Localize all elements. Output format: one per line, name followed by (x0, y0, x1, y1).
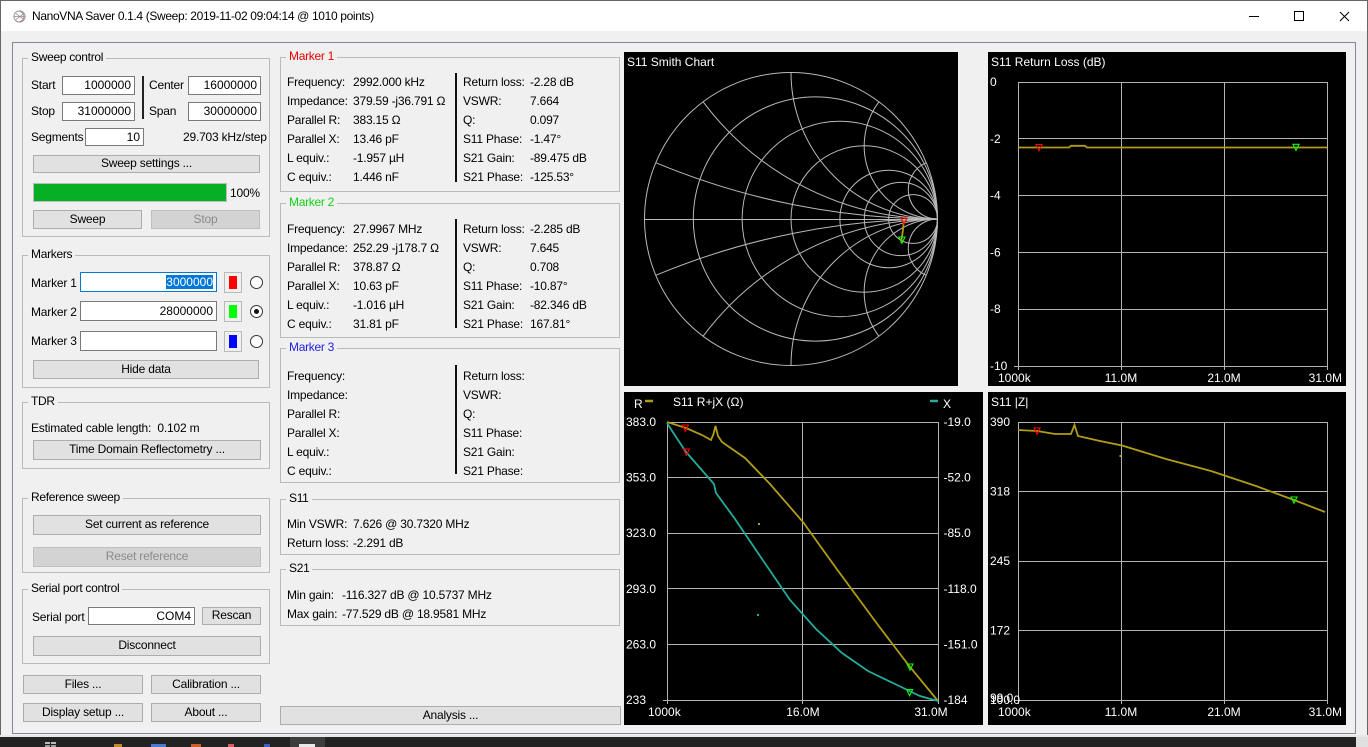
svg-text:1000k: 1000k (998, 371, 1032, 385)
svg-text:318: 318 (990, 485, 1010, 499)
svg-text:S11 R+jX (Ω): S11 R+jX (Ω) (673, 395, 743, 409)
svg-text:21.0M: 21.0M (1207, 705, 1240, 719)
svg-text:-8: -8 (990, 302, 1001, 316)
svg-text:16.0M: 16.0M (786, 705, 819, 719)
svg-text:-118.0: -118.0 (944, 582, 977, 596)
svg-text:293.0: 293.0 (626, 582, 656, 596)
svg-text:172: 172 (990, 624, 1010, 638)
svg-text:11.0M: 11.0M (1105, 705, 1137, 719)
svg-text:31.0M: 31.0M (1309, 371, 1342, 385)
svg-text:383.0: 383.0 (626, 415, 656, 429)
svg-text:245: 245 (990, 554, 1010, 568)
svg-text:-19.0: -19.0 (944, 415, 972, 429)
svg-text:31.0M: 31.0M (1309, 705, 1342, 719)
svg-text:11.0M: 11.0M (1105, 371, 1137, 385)
svg-text:X: X (943, 397, 951, 411)
svg-text:S11 |Z|: S11 |Z| (991, 395, 1028, 409)
svg-text:-2: -2 (990, 132, 1001, 146)
svg-text:-6: -6 (990, 245, 1001, 259)
svg-text:-52.0: -52.0 (944, 471, 972, 485)
svg-text:31.0M: 31.0M (914, 705, 947, 719)
svg-text:99.0: 99.0 (990, 691, 1014, 705)
svg-text:1000k: 1000k (648, 705, 682, 719)
svg-text:21.0M: 21.0M (1207, 371, 1240, 385)
svg-text:0: 0 (990, 75, 997, 89)
svg-text:323.0: 323.0 (626, 526, 656, 540)
svg-text:1000k: 1000k (998, 705, 1032, 719)
svg-text:353.0: 353.0 (626, 471, 656, 485)
svg-text:-4: -4 (990, 189, 1001, 203)
svg-text:-151.0: -151.0 (944, 637, 978, 651)
svg-text:233: 233 (626, 693, 646, 707)
svg-text:263.0: 263.0 (626, 637, 656, 651)
svg-text:S11 Smith Chart: S11 Smith Chart (627, 55, 715, 69)
svg-text:R: R (634, 397, 643, 411)
svg-text:-85.0: -85.0 (944, 526, 972, 540)
svg-text:390: 390 (990, 415, 1010, 429)
svg-text:S11 Return Loss (dB): S11 Return Loss (dB) (991, 55, 1106, 69)
